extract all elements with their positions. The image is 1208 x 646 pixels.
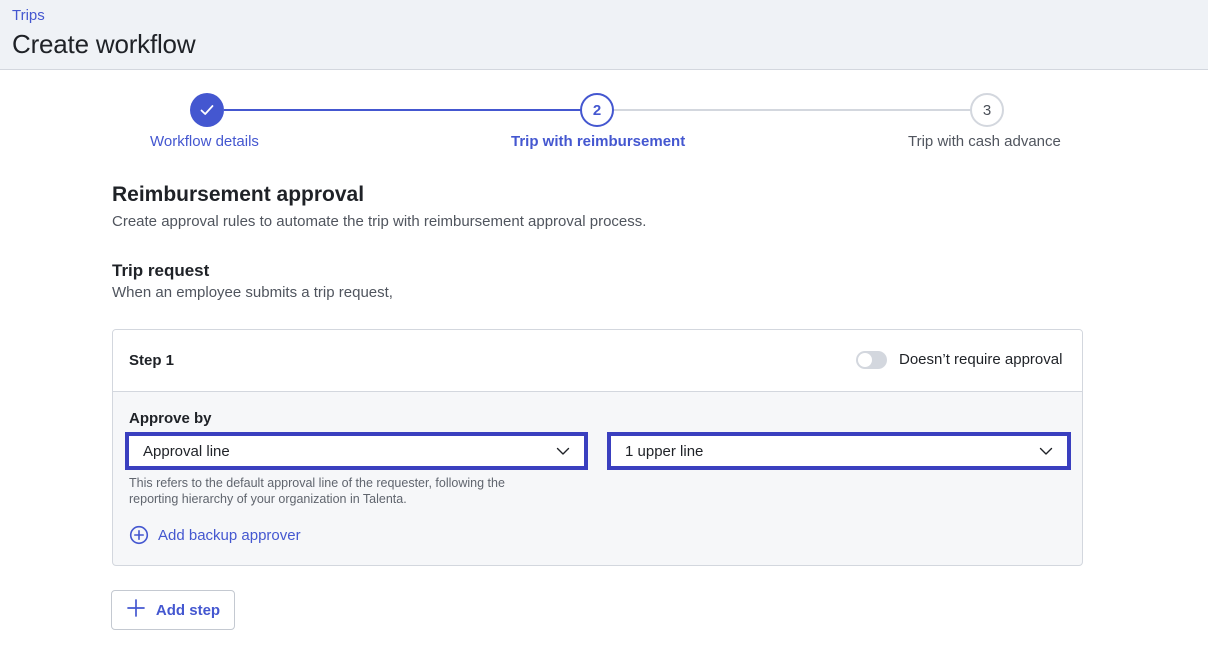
step-label: Step 1	[129, 352, 175, 369]
approval-line-help-text: This refers to the default approval line…	[129, 476, 505, 506]
approval-level-select[interactable]: 1 upper line	[607, 432, 1071, 470]
section-title: Reimbursement approval	[112, 183, 365, 206]
plus-icon	[126, 598, 146, 622]
stepper-line-upcoming	[614, 109, 971, 111]
step-1-label[interactable]: Workflow details	[150, 133, 259, 150]
chevron-down-icon	[1039, 444, 1053, 458]
breadcrumb-trips[interactable]: Trips	[12, 7, 45, 24]
step-card-header: Step 1 Doesn’t require approval	[113, 330, 1082, 392]
add-backup-approver-label: Add backup approver	[158, 526, 301, 544]
approve-by-label: Approve by	[129, 410, 212, 427]
step-2-label[interactable]: Trip with reimbursement	[511, 133, 685, 150]
no-approval-toggle-label: Doesn’t require approval	[899, 351, 1063, 368]
step-3-label[interactable]: Trip with cash advance	[908, 133, 1061, 150]
add-backup-approver-button[interactable]: Add backup approver	[129, 525, 301, 545]
checkmark-icon	[200, 105, 214, 115]
add-step-button[interactable]: Add step	[111, 590, 235, 630]
toggle-knob	[858, 353, 872, 367]
step-3-circle[interactable]: 3	[970, 93, 1004, 127]
approve-by-select[interactable]: Approval line	[125, 432, 588, 470]
add-step-label: Add step	[155, 601, 221, 619]
approve-by-value: Approval line	[143, 442, 230, 460]
approval-level-value: 1 upper line	[625, 442, 704, 460]
trip-request-description: When an employee submits a trip request,	[112, 284, 393, 301]
workflow-stepper: 2 3 Workflow details Trip with reimburse…	[0, 90, 1208, 160]
approval-step-card: Step 1 Doesn’t require approval Approve …	[112, 329, 1083, 566]
chevron-down-icon	[556, 444, 570, 458]
section-description: Create approval rules to automate the tr…	[112, 213, 647, 230]
page-title: Create workflow	[12, 29, 196, 59]
step-1-check-circle[interactable]	[190, 93, 224, 127]
page-header: Trips Create workflow	[0, 0, 1208, 70]
step-2-circle[interactable]: 2	[580, 93, 614, 127]
plus-circle-icon	[129, 525, 149, 545]
no-approval-toggle[interactable]	[856, 351, 887, 369]
stepper-line-completed	[224, 109, 581, 111]
trip-request-title: Trip request	[112, 261, 210, 280]
